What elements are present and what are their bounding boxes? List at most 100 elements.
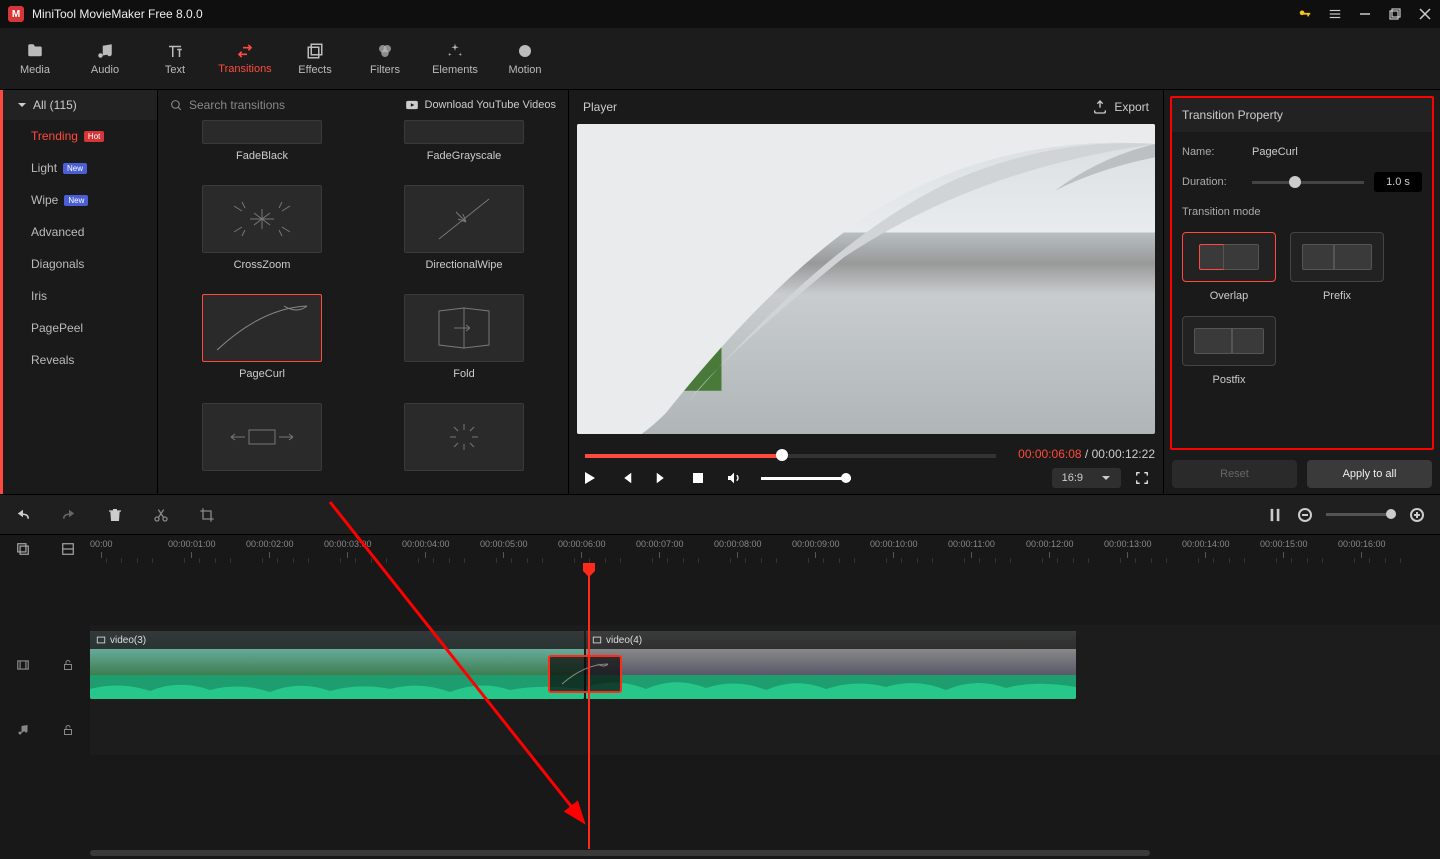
download-youtube-link[interactable]: Download YouTube Videos [405,98,557,112]
volume-icon[interactable] [725,469,743,487]
transition-item-7[interactable] [388,403,540,484]
chevron-down-icon [17,100,27,110]
fullscreen-button[interactable] [1133,469,1151,487]
category-wipe[interactable]: WipeNew [3,184,157,216]
redo-button[interactable] [60,506,78,524]
playhead[interactable] [588,563,590,849]
tab-label: Text [165,64,185,76]
category-pagepeel[interactable]: PagePeel [3,312,157,344]
transition-pagecurl[interactable]: PageCurl [186,294,338,393]
add-media-track-icon[interactable] [14,540,32,558]
clip-video3[interactable]: video(3) [90,631,584,699]
tab-media[interactable]: Media [0,28,70,89]
zoom-in-button[interactable] [1408,506,1426,524]
delete-button[interactable] [106,506,124,524]
mode-label: Transition mode [1182,206,1422,218]
badge: Hot [84,131,104,142]
maximize-button[interactable] [1388,7,1402,21]
next-button[interactable] [653,469,671,487]
ruler-tick: 00:00:06:00 [558,539,606,558]
tab-label: Audio [91,64,119,76]
player-seek-bar[interactable] [585,454,996,458]
search-icon [170,99,183,112]
lock-icon[interactable] [62,723,74,737]
category-label: Iris [31,289,47,303]
player-panel: Player Export 00:00:06:08 [568,90,1164,494]
tab-motion[interactable]: Motion [490,28,560,89]
ruler-tick: 00:00:04:00 [402,539,450,558]
transition-thumbnail [202,403,322,471]
category-trending[interactable]: TrendingHot [3,120,157,152]
transition-thumbnail [404,294,524,362]
aspect-ratio-select[interactable]: 16:9 [1052,468,1121,488]
minimize-button[interactable] [1358,7,1372,21]
ruler-tick: 00:00:14:00 [1182,539,1230,558]
zoom-out-button[interactable] [1296,506,1314,524]
export-button[interactable]: Export [1092,99,1149,115]
transition-thumbnail [404,120,524,144]
ruler-tick: 00:00:15:00 [1260,539,1308,558]
category-reveals[interactable]: Reveals [3,344,157,376]
lock-icon[interactable] [62,658,74,672]
titlebar: M MiniTool MovieMaker Free 8.0.0 [0,0,1440,28]
track-settings-icon[interactable] [1266,506,1284,524]
duration-value[interactable]: 1.0 s [1374,172,1422,192]
ruler-tick: 00:00:07:00 [636,539,684,558]
play-button[interactable] [581,469,599,487]
export-icon [1092,99,1108,115]
tab-filters[interactable]: Filters [350,28,420,89]
undo-button[interactable] [14,506,32,524]
mode-postfix[interactable]: Postfix [1182,316,1276,386]
search-input[interactable]: Search transitions [170,98,285,112]
category-light[interactable]: LightNew [3,152,157,184]
ruler-tick: 00:00:13:00 [1104,539,1152,558]
transition-fadeblack[interactable]: FadeBlack [186,120,338,175]
menu-icon[interactable] [1328,7,1342,21]
tab-elements[interactable]: Elements [420,28,490,89]
audio-track-body[interactable] [90,705,1440,755]
mode-prefix[interactable]: Prefix [1290,232,1384,302]
clip-video4[interactable]: video(4) [586,631,1076,699]
duration-slider[interactable] [1252,181,1364,184]
close-button[interactable] [1418,7,1432,21]
crop-button[interactable] [198,506,216,524]
badge: New [63,163,87,174]
main-toolbar: Media Audio Text Transitions EffectsFiltersE… [0,28,1440,90]
name-label: Name: [1182,146,1242,158]
reset-button[interactable]: Reset [1172,460,1297,488]
mode-overlap[interactable]: Overlap [1182,232,1276,302]
tab-text[interactable]: Text [140,28,210,89]
stop-button[interactable] [689,469,707,487]
transition-label: DirectionalWipe [425,259,502,271]
category-iris[interactable]: Iris [3,280,157,312]
transition-fold[interactable]: Fold [388,294,540,393]
transition-label: FadeBlack [236,150,288,162]
category-label: Advanced [31,225,84,239]
transition-fadegrayscale[interactable]: FadeGrayscale [388,120,540,175]
tab-label: Transitions [218,63,271,75]
split-button[interactable] [152,506,170,524]
name-value: PageCurl [1252,146,1298,158]
apply-all-button[interactable]: Apply to all [1307,460,1432,488]
prev-button[interactable] [617,469,635,487]
transition-chip[interactable] [548,655,622,693]
badge: New [64,195,88,206]
volume-slider[interactable] [761,477,851,480]
tab-audio[interactable]: Audio [70,28,140,89]
tab-transitions[interactable]: Transitions [210,28,280,89]
transition-directionalwipe[interactable]: DirectionalWipe [388,185,540,284]
category-advanced[interactable]: Advanced [3,216,157,248]
tab-effects[interactable]: Effects [280,28,350,89]
zoom-slider[interactable] [1326,513,1396,516]
preview-viewport[interactable] [577,124,1155,434]
ruler-tick: 00:00:08:00 [714,539,762,558]
video-track-body[interactable]: video(3) video(4) [90,625,1440,705]
collapse-tracks-icon[interactable] [59,540,77,558]
timeline-scrollbar[interactable] [0,849,1440,859]
transition-item-6[interactable] [186,403,338,484]
category-diagonals[interactable]: Diagonals [3,248,157,280]
app-logo: M [8,6,24,22]
upgrade-key-icon[interactable] [1298,7,1312,21]
category-header[interactable]: All (115) [3,90,157,120]
transition-crosszoom[interactable]: CrossZoom [186,185,338,284]
